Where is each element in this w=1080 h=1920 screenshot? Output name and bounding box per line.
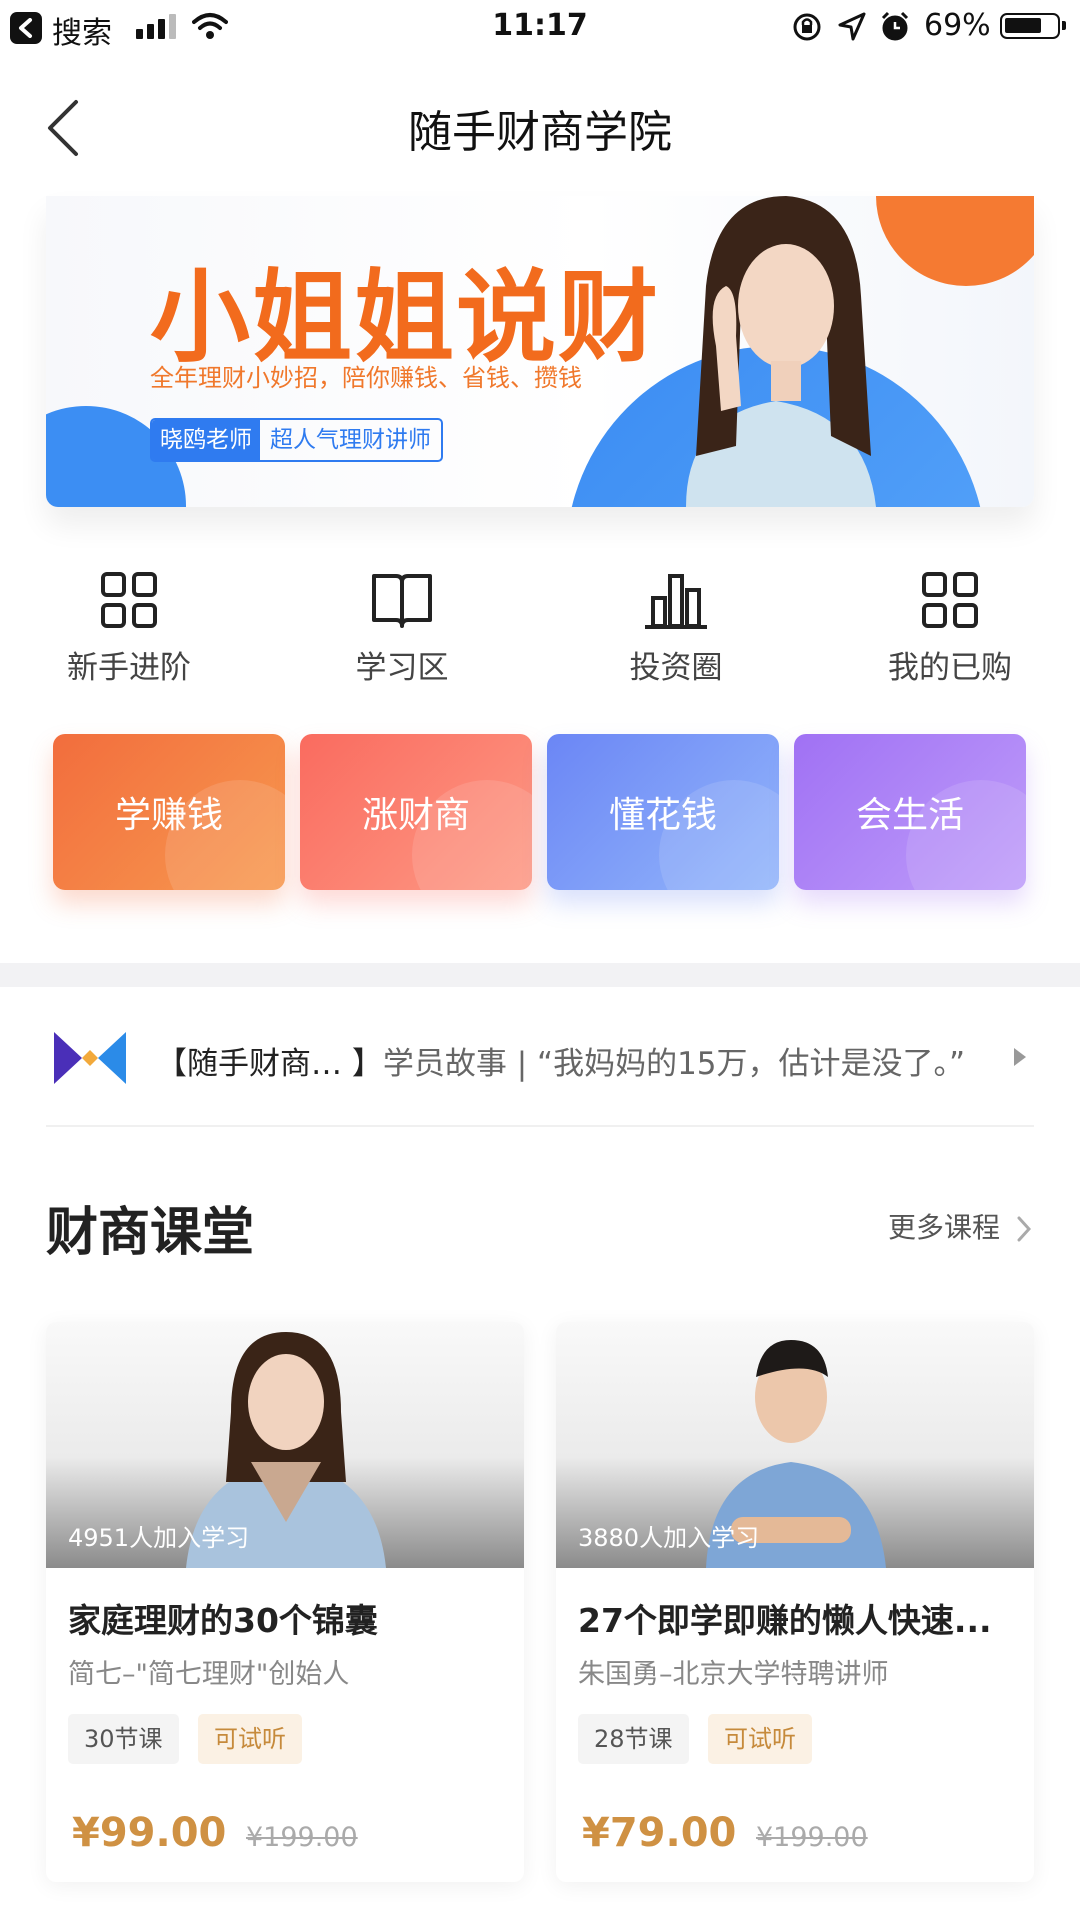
grid-icon	[922, 572, 978, 628]
course-card[interactable]: 3880人加入学习 27个即学即赚的懒人快速... 朱国勇–北京大学特聘讲师 2…	[556, 1322, 1034, 1882]
status-time: 11:17	[492, 8, 588, 43]
original-price: ¥199.00	[246, 1822, 358, 1853]
presenter-photo	[686, 196, 876, 507]
course-author: 朱国勇–北京大学特聘讲师	[578, 1659, 889, 1690]
quick-entry-invest[interactable]: 投资圈	[576, 570, 776, 687]
status-bar: 搜索 11:17 69%	[0, 0, 1080, 54]
quick-entry-label: 我的已购	[888, 650, 1012, 686]
original-price: ¥199.00	[756, 1822, 868, 1853]
learner-count: 3880人加入学习	[578, 1524, 760, 1552]
banner-subtitle: 全年理财小妙招，陪你赚钱、省钱、攒钱	[150, 364, 582, 392]
category-label: 会生活	[855, 795, 964, 836]
battery-percent: 69%	[924, 8, 991, 43]
course-card[interactable]: 4951人加入学习 家庭理财的30个锦囊 简七–"简七理财"创始人 30节课 可…	[46, 1322, 524, 1882]
bar-chart-icon	[645, 574, 707, 629]
course-photo: 4951人加入学习	[46, 1322, 524, 1568]
news-headline: 【随手财商… 】学员故事 | “我妈妈的15万，估计是没了。”	[156, 1038, 965, 1083]
section-title: 财商课堂	[46, 1203, 255, 1263]
banner-teacher-role: 超人气理财讲师	[270, 427, 431, 453]
course-title: 家庭理财的30个锦囊	[68, 1601, 378, 1640]
banner-teacher-tag: 晓鸥老师 超人气理财讲师	[150, 418, 443, 462]
category-label: 懂花钱	[608, 795, 717, 836]
course-author: 简七–"简七理财"创始人	[68, 1659, 350, 1690]
trial-badge: 可试听	[198, 1714, 302, 1764]
learner-count: 4951人加入学习	[68, 1524, 250, 1552]
course-title: 27个即学即赚的懒人快速...	[578, 1601, 992, 1640]
location-icon	[838, 12, 866, 41]
news-source: 【随手财商… 】	[156, 1046, 383, 1082]
more-courses-label: 更多课程	[888, 1211, 1001, 1244]
category-label: 涨财商	[361, 795, 470, 836]
quick-entry-purchased[interactable]: 我的已购	[850, 570, 1050, 687]
course-photo: 3880人加入学习	[556, 1322, 1034, 1568]
news-title: 学员故事 | “我妈妈的15万，估计是没了。”	[382, 1046, 966, 1082]
battery-icon	[1000, 13, 1066, 39]
course-price: ¥79.00	[582, 1810, 737, 1856]
course-price: ¥99.00	[72, 1810, 227, 1856]
alarm-icon	[881, 11, 909, 41]
category-financial-iq[interactable]: 涨财商	[300, 734, 532, 890]
trial-badge: 可试听	[708, 1714, 812, 1764]
banner-teacher-name: 晓鸥老师	[152, 420, 260, 460]
news-divider	[46, 1125, 1034, 1127]
lesson-count-badge: 28节课	[578, 1714, 689, 1764]
section-divider	[0, 963, 1080, 987]
promo-banner[interactable]: 小姐姐说财 全年理财小妙招，陪你赚钱、省钱、攒钱 晓鸥老师 超人气理财讲师	[46, 196, 1034, 507]
lesson-count-badge: 30节课	[68, 1714, 179, 1764]
quick-entry-beginner[interactable]: 新手进阶	[29, 570, 229, 687]
news-ticker[interactable]: 【随手财商… 】学员故事 | “我妈妈的15万，估计是没了。”	[46, 1020, 1034, 1110]
play-arrow-icon	[1014, 1048, 1026, 1066]
category-earn-money[interactable]: 学赚钱	[53, 734, 285, 890]
rotation-lock-icon	[793, 13, 821, 41]
grid-icon	[101, 572, 157, 628]
book-icon	[372, 574, 432, 628]
category-label: 学赚钱	[114, 795, 223, 836]
category-spend-smart[interactable]: 懂花钱	[547, 734, 779, 890]
chevron-right-icon	[1017, 1216, 1031, 1242]
more-courses-link[interactable]: 更多课程	[888, 1206, 1031, 1246]
quick-entry-label: 投资圈	[629, 650, 723, 686]
quick-entry-study[interactable]: 学习区	[302, 570, 502, 687]
category-lifestyle[interactable]: 会生活	[794, 734, 1026, 890]
brand-logo-icon	[54, 1032, 126, 1084]
page-title: 随手财商学院	[408, 107, 672, 158]
quick-entry-label: 学习区	[355, 650, 449, 686]
quick-entry-label: 新手进阶	[67, 650, 191, 686]
